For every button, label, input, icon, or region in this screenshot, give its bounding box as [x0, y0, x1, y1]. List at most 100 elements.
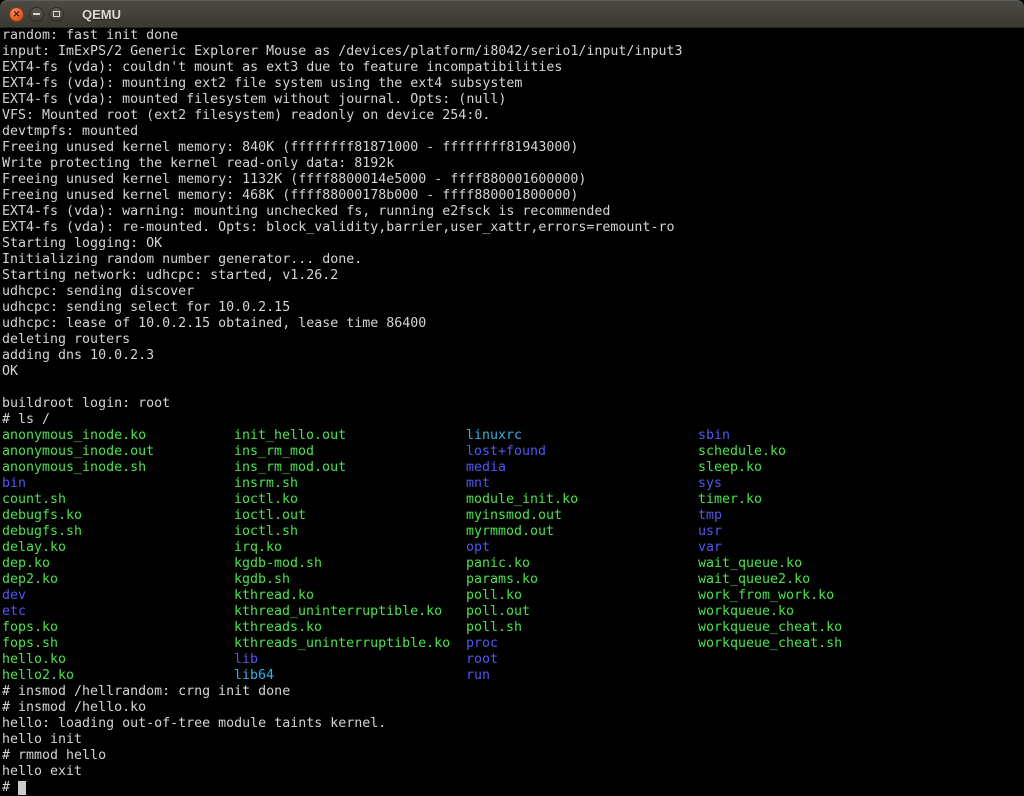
console-line: VFS: Mounted root (ext2 filesystem) read… [2, 108, 1024, 124]
qemu-window: ✕ QEMU random: fast init doneinput: ImEx… [0, 0, 1024, 796]
console-line: # ls / [2, 412, 1024, 428]
console-line: adding dns 10.0.2.3 [2, 348, 1024, 364]
ls-entry-dir: mnt [466, 476, 698, 492]
ls-entry-file: fops.ko [2, 620, 234, 636]
console-line: EXT4-fs (vda): re-mounted. Opts: block_v… [2, 220, 1024, 236]
ls-entry-file: poll.sh [466, 620, 698, 636]
ls-entry-dir: sbin [698, 428, 930, 444]
ls-entry-file: hello.ko [2, 652, 234, 668]
ls-entry-file: count.sh [2, 492, 234, 508]
console-line: devtmpfs: mounted [2, 124, 1024, 140]
ls-row: dep2.kokgdb.shparams.kowait_queue2.ko [2, 572, 1024, 588]
console-line: Freeing unused kernel memory: 468K (ffff… [2, 188, 1024, 204]
ls-entry-symlink: lib64 [234, 668, 466, 684]
ls-row: delay.koirq.kooptvar [2, 540, 1024, 556]
minimize-icon [33, 13, 40, 15]
ls-entry-dir: tmp [698, 508, 930, 524]
ls-entry-file: init_hello.out [234, 428, 466, 444]
ls-entry-dir: media [466, 460, 698, 476]
console-line: Initializing random number generator... … [2, 252, 1024, 268]
console-line: Starting network: udhcpc: started, v1.26… [2, 268, 1024, 284]
ls-entry-file: fops.sh [2, 636, 234, 652]
console-line: EXT4-fs (vda): mounting ext2 file system… [2, 76, 1024, 92]
ls-entry-file: kthread.ko [234, 588, 466, 604]
console-line: hello: loading out-of-tree module taints… [2, 716, 1024, 732]
console-line: EXT4-fs (vda): warning: mounting uncheck… [2, 204, 1024, 220]
console-line: # rmmod hello [2, 748, 1024, 764]
ls-row: anonymous_inode.koinit_hello.outlinuxrcs… [2, 428, 1024, 444]
minimize-button[interactable] [29, 7, 44, 22]
ls-entry-file: debugfs.ko [2, 508, 234, 524]
console-line: Freeing unused kernel memory: 1132K (fff… [2, 172, 1024, 188]
close-icon: ✕ [13, 10, 21, 19]
ls-entry-dir: var [698, 540, 930, 556]
ls-entry-file: kthreads.ko [234, 620, 466, 636]
ls-row: dep.kokgdb-mod.shpanic.kowait_queue.ko [2, 556, 1024, 572]
ls-entry-file: wait_queue2.ko [698, 572, 930, 588]
ls-row: fops.kokthreads.kopoll.shworkqueue_cheat… [2, 620, 1024, 636]
ls-entry-dir: bin [2, 476, 234, 492]
console-line: random: fast init done [2, 28, 1024, 44]
ls-entry-file: myinsmod.out [466, 508, 698, 524]
console-line: Starting logging: OK [2, 236, 1024, 252]
ls-entry-file: debugfs.sh [2, 524, 234, 540]
ls-row: anonymous_inode.outins_rm_modlost+founds… [2, 444, 1024, 460]
ls-entry-file: params.ko [466, 572, 698, 588]
ls-entry-file: dep2.ko [2, 572, 234, 588]
ls-entry-file: delay.ko [2, 540, 234, 556]
ls-entry-file: hello2.ko [2, 668, 234, 684]
ls-entry-file: ioctl.ko [234, 492, 466, 508]
console-line: input: ImExPS/2 Generic Explorer Mouse a… [2, 44, 1024, 60]
ls-entry-dir: proc [466, 636, 698, 652]
console-line: udhcpc: sending discover [2, 284, 1024, 300]
ls-entry-file: insrm.sh [234, 476, 466, 492]
ls-entry-dir: root [466, 652, 698, 668]
ls-entry-file: kthread_uninterruptible.ko [234, 604, 466, 620]
ls-entry-file: kgdb.sh [234, 572, 466, 588]
ls-entry-dir: run [466, 668, 698, 684]
ls-row: devkthread.kopoll.kowork_from_work.ko [2, 588, 1024, 604]
console-line [2, 380, 1024, 396]
ls-entry-file: schedule.ko [698, 444, 930, 460]
ls-entry-file: poll.out [466, 604, 698, 620]
maximize-icon [53, 11, 60, 17]
console-line: # insmod /hellrandom: crng init done [2, 684, 1024, 700]
ls-entry-file: sleep.ko [698, 460, 930, 476]
ls-entry-file: poll.ko [466, 588, 698, 604]
terminal-console[interactable]: random: fast init doneinput: ImExPS/2 Ge… [0, 28, 1024, 796]
ls-entry-dir: sys [698, 476, 930, 492]
ls-row: hello.kolibroot [2, 652, 1024, 668]
ls-entry-file: work_from_work.ko [698, 588, 930, 604]
console-line: OK [2, 364, 1024, 380]
ls-entry-dir: dev [2, 588, 234, 604]
ls-row: count.shioctl.komodule_init.kotimer.ko [2, 492, 1024, 508]
window-title: QEMU [82, 7, 121, 22]
ls-entry-file: myrmmod.out [466, 524, 698, 540]
maximize-button[interactable] [49, 7, 64, 22]
ls-row: anonymous_inode.shins_rm_mod.outmediasle… [2, 460, 1024, 476]
titlebar[interactable]: ✕ QEMU [0, 0, 1024, 28]
ls-entry-dir: lib [234, 652, 466, 668]
console-line: Write protecting the kernel read-only da… [2, 156, 1024, 172]
console-line: udhcpc: sending select for 10.0.2.15 [2, 300, 1024, 316]
cursor [18, 781, 26, 795]
ls-entry-file: timer.ko [698, 492, 930, 508]
ls-entry-file: module_init.ko [466, 492, 698, 508]
ls-entry-file: anonymous_inode.out [2, 444, 234, 460]
ls-entry-file: irq.ko [234, 540, 466, 556]
ls-entry-file: kgdb-mod.sh [234, 556, 466, 572]
console-line: EXT4-fs (vda): mounted filesystem withou… [2, 92, 1024, 108]
ls-entry-file: workqueue_cheat.ko [698, 620, 930, 636]
ls-entry-file: ins_rm_mod.out [234, 460, 466, 476]
ls-entry-file: panic.ko [466, 556, 698, 572]
console-line: buildroot login: root [2, 396, 1024, 412]
ls-entry-dir: usr [698, 524, 930, 540]
console-line: hello exit [2, 764, 1024, 780]
ls-entry-symlink: linuxrc [466, 428, 698, 444]
console-line: deleting routers [2, 332, 1024, 348]
console-line: udhcpc: lease of 10.0.2.15 obtained, lea… [2, 316, 1024, 332]
close-button[interactable]: ✕ [9, 7, 24, 22]
ls-row: bininsrm.shmntsys [2, 476, 1024, 492]
console-line: Freeing unused kernel memory: 840K (ffff… [2, 140, 1024, 156]
ls-row: hello2.kolib64run [2, 668, 1024, 684]
